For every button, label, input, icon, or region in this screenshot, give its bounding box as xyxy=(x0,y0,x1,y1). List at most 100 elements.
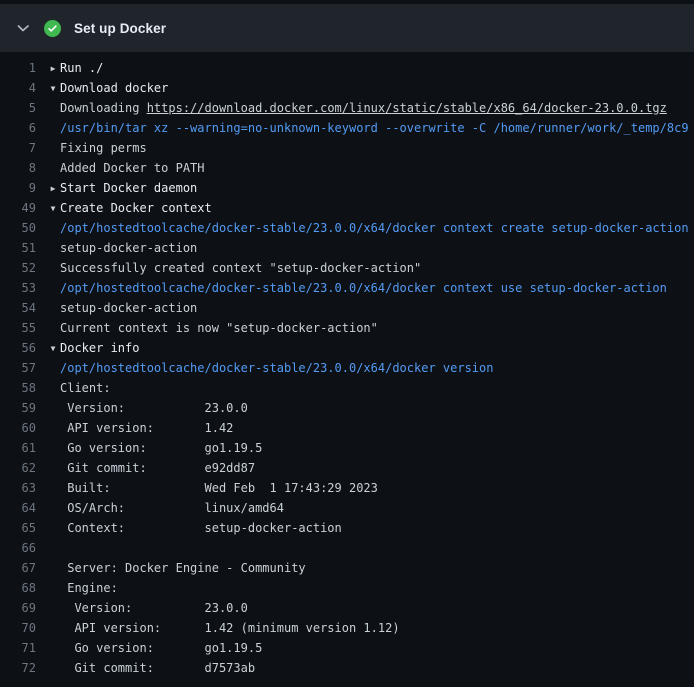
line-number[interactable]: 72 xyxy=(0,661,36,675)
log-text: OS/Arch: linux/amd64 xyxy=(60,501,284,515)
log-text: Server: Docker Engine - Community xyxy=(60,561,306,575)
line-number[interactable]: 60 xyxy=(0,421,36,435)
log-text: setup-docker-action xyxy=(60,301,197,315)
log-text: /opt/hostedtoolcache/docker-stable/23.0.… xyxy=(60,361,493,375)
line-number[interactable]: 7 xyxy=(0,141,36,155)
log-text: Downloading https://download.docker.com/… xyxy=(60,101,667,115)
chevron-down-icon[interactable]: ▼ xyxy=(46,84,60,93)
line-number[interactable]: 8 xyxy=(0,161,36,175)
log-text: Go version: go1.19.5 xyxy=(60,641,262,655)
log-line: 60 API version: 1.42 xyxy=(0,418,694,438)
line-number[interactable]: 52 xyxy=(0,261,36,275)
log-text: Current context is now "setup-docker-act… xyxy=(60,321,378,335)
log-line: 53 /opt/hostedtoolcache/docker-stable/23… xyxy=(0,278,694,298)
chevron-down-icon[interactable]: ▼ xyxy=(46,204,60,213)
log-text: Git commit: e92dd87 xyxy=(60,461,255,475)
line-number[interactable]: 56 xyxy=(0,341,36,355)
log-line: 54 setup-docker-action xyxy=(0,298,694,318)
line-number[interactable]: 68 xyxy=(0,581,36,595)
log-text: Version: 23.0.0 xyxy=(60,401,248,415)
log-text: Go version: go1.19.5 xyxy=(60,441,262,455)
log-text: Git commit: d7573ab xyxy=(60,661,255,675)
log-line: 63 Built: Wed Feb 1 17:43:29 2023 xyxy=(0,478,694,498)
log-line: 65 Context: setup-docker-action xyxy=(0,518,694,538)
log-line: 50 /opt/hostedtoolcache/docker-stable/23… xyxy=(0,218,694,238)
line-number[interactable]: 59 xyxy=(0,401,36,415)
log-text: Fixing perms xyxy=(60,141,147,155)
log-text: /usr/bin/tar xz --warning=no-unknown-key… xyxy=(60,121,689,135)
line-number[interactable]: 49 xyxy=(0,201,36,215)
line-number[interactable]: 57 xyxy=(0,361,36,375)
log-line[interactable]: 9 ▶ Start Docker daemon xyxy=(0,178,694,198)
line-number[interactable]: 6 xyxy=(0,121,36,135)
line-number[interactable]: 69 xyxy=(0,601,36,615)
step-title: Set up Docker xyxy=(74,21,166,36)
chevron-right-icon[interactable]: ▶ xyxy=(46,64,60,73)
chevron-down-icon[interactable]: ▼ xyxy=(46,344,60,353)
log-line: 55 Current context is now "setup-docker-… xyxy=(0,318,694,338)
line-number[interactable]: 4 xyxy=(0,81,36,95)
log-text: Built: Wed Feb 1 17:43:29 2023 xyxy=(60,481,378,495)
log-line[interactable]: 4 ▼ Download docker xyxy=(0,78,694,98)
step-header[interactable]: Set up Docker xyxy=(0,4,694,52)
log-text: Engine: xyxy=(60,581,118,595)
log-text: API version: 1.42 xyxy=(60,421,233,435)
line-number[interactable]: 53 xyxy=(0,281,36,295)
log-text: Successfully created context "setup-dock… xyxy=(60,261,421,275)
log-line: 51 setup-docker-action xyxy=(0,238,694,258)
log-line: 52 Successfully created context "setup-d… xyxy=(0,258,694,278)
line-number[interactable]: 66 xyxy=(0,541,36,555)
log-line[interactable]: 1 ▶ Run ./ xyxy=(0,58,694,78)
log-text: Download docker xyxy=(60,81,168,95)
log-text: Run ./ xyxy=(60,61,103,75)
chevron-down-icon[interactable] xyxy=(15,20,31,36)
log-line: 68 Engine: xyxy=(0,578,694,598)
line-number[interactable]: 51 xyxy=(0,241,36,255)
check-circle-icon xyxy=(44,20,61,37)
log-text: setup-docker-action xyxy=(60,241,197,255)
log-line: 69 Version: 23.0.0 xyxy=(0,598,694,618)
log-text: /opt/hostedtoolcache/docker-stable/23.0.… xyxy=(60,281,667,295)
line-number[interactable]: 71 xyxy=(0,641,36,655)
log-line: 66 xyxy=(0,538,694,558)
chevron-right-icon[interactable]: ▶ xyxy=(46,184,60,193)
log-line: 58 Client: xyxy=(0,378,694,398)
log-text: API version: 1.42 (minimum version 1.12) xyxy=(60,621,400,635)
log-line[interactable]: 56 ▼ Docker info xyxy=(0,338,694,358)
log-text: Context: setup-docker-action xyxy=(60,521,342,535)
line-number[interactable]: 65 xyxy=(0,521,36,535)
log-line: 62 Git commit: e92dd87 xyxy=(0,458,694,478)
line-number[interactable]: 64 xyxy=(0,501,36,515)
log-line: 64 OS/Arch: linux/amd64 xyxy=(0,498,694,518)
log-text: Added Docker to PATH xyxy=(60,161,205,175)
line-number[interactable]: 9 xyxy=(0,181,36,195)
log-line: 71 Go version: go1.19.5 xyxy=(0,638,694,658)
log-line: 67 Server: Docker Engine - Community xyxy=(0,558,694,578)
log-line: 8 Added Docker to PATH xyxy=(0,158,694,178)
log-line: 59 Version: 23.0.0 xyxy=(0,398,694,418)
line-number[interactable]: 50 xyxy=(0,221,36,235)
line-number[interactable]: 55 xyxy=(0,321,36,335)
line-number[interactable]: 70 xyxy=(0,621,36,635)
line-number[interactable]: 61 xyxy=(0,441,36,455)
log-text: /opt/hostedtoolcache/docker-stable/23.0.… xyxy=(60,221,689,235)
line-number[interactable]: 54 xyxy=(0,301,36,315)
log-line: 6 /usr/bin/tar xz --warning=no-unknown-k… xyxy=(0,118,694,138)
log-line: 61 Go version: go1.19.5 xyxy=(0,438,694,458)
log-viewer: 1 ▶ Run ./ 4 ▼ Download docker 5 Downloa… xyxy=(0,52,694,678)
log-line: 57 /opt/hostedtoolcache/docker-stable/23… xyxy=(0,358,694,378)
line-number[interactable]: 58 xyxy=(0,381,36,395)
log-line: 5 Downloading https://download.docker.co… xyxy=(0,98,694,118)
line-number[interactable]: 5 xyxy=(0,101,36,115)
line-number[interactable]: 62 xyxy=(0,461,36,475)
log-text: Create Docker context xyxy=(60,201,212,215)
log-line: 7 Fixing perms xyxy=(0,138,694,158)
log-text: Version: 23.0.0 xyxy=(60,601,248,615)
line-number[interactable]: 1 xyxy=(0,61,36,75)
log-line[interactable]: 49 ▼ Create Docker context xyxy=(0,198,694,218)
log-line: 72 Git commit: d7573ab xyxy=(0,658,694,678)
log-line: 70 API version: 1.42 (minimum version 1.… xyxy=(0,618,694,638)
line-number[interactable]: 67 xyxy=(0,561,36,575)
log-link[interactable]: https://download.docker.com/linux/static… xyxy=(147,101,667,115)
line-number[interactable]: 63 xyxy=(0,481,36,495)
